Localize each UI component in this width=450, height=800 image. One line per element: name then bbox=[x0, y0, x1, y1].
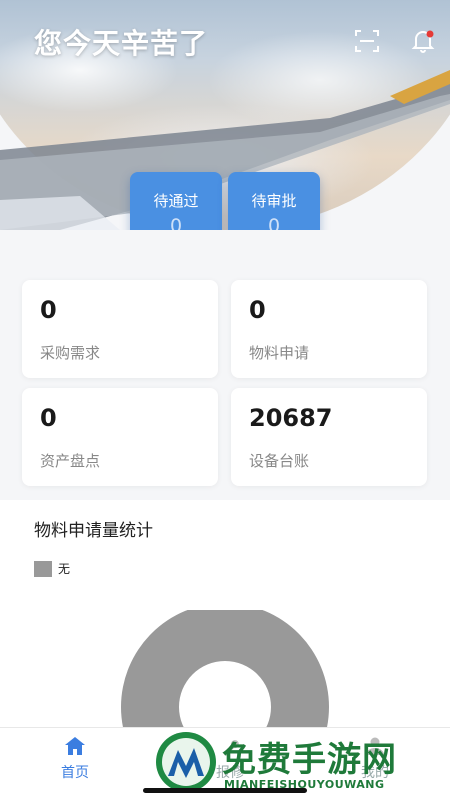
stat-card-purchase[interactable]: 0 采购需求 bbox=[22, 280, 218, 378]
chart-legend[interactable]: 无 bbox=[34, 560, 70, 577]
pending-pass-label: 待通过 bbox=[153, 192, 199, 210]
pending-approval-count: 0 bbox=[267, 215, 281, 230]
home-icon bbox=[65, 737, 85, 755]
stat-label: 采购需求 bbox=[40, 344, 101, 362]
stat-value: 0 bbox=[40, 404, 57, 432]
legend-swatch bbox=[34, 560, 52, 577]
stat-label: 物料申请 bbox=[249, 344, 310, 362]
stat-value: 20687 bbox=[249, 404, 333, 432]
pending-pass-count: 0 bbox=[169, 215, 183, 230]
notification-badge bbox=[426, 30, 434, 38]
stat-card-material[interactable]: 0 物料申请 bbox=[231, 280, 427, 378]
pending-approval-label: 待审批 bbox=[251, 192, 297, 210]
pending-approval-button[interactable]: 待审批 0 bbox=[228, 172, 320, 230]
page-title: 您今天辛苦了 bbox=[34, 27, 209, 60]
tab-home[interactable]: 首页 bbox=[30, 736, 120, 782]
stat-label: 资产盘点 bbox=[40, 452, 101, 470]
header-banner: 您今天辛苦了 待通过 0 待审批 0 bbox=[0, 0, 450, 230]
stat-card-equipment[interactable]: 20687 设备台账 bbox=[231, 388, 427, 486]
scan-icon[interactable] bbox=[354, 28, 380, 54]
stat-value: 0 bbox=[40, 296, 57, 324]
home-indicator bbox=[143, 788, 307, 793]
stat-card-inventory[interactable]: 0 资产盘点 bbox=[22, 388, 218, 486]
tab-home-label: 首页 bbox=[61, 765, 89, 781]
chart-title: 物料申请量统计 bbox=[34, 521, 153, 541]
bell-icon[interactable] bbox=[410, 28, 436, 54]
watermark-logo-icon bbox=[156, 732, 216, 792]
pending-pass-button[interactable]: 待通过 0 bbox=[130, 172, 222, 230]
watermark-text: 免费手游网 bbox=[222, 740, 397, 780]
stat-label: 设备台账 bbox=[249, 452, 310, 470]
legend-label: 无 bbox=[58, 562, 71, 576]
stat-value: 0 bbox=[249, 296, 266, 324]
